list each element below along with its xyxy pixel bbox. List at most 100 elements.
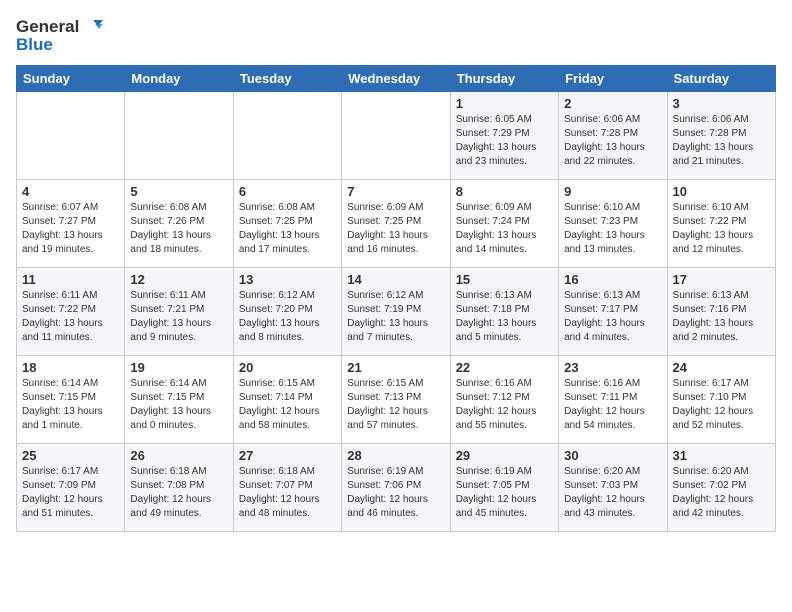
- sunrise-text: Sunrise: 6:19 AMSunset: 7:06 PMDaylight:…: [347, 466, 428, 519]
- weekday-header-monday: Monday: [125, 65, 233, 91]
- calendar-cell: 7 Sunrise: 6:09 AMSunset: 7:25 PMDayligh…: [342, 179, 450, 267]
- sunrise-text: Sunrise: 6:18 AMSunset: 7:07 PMDaylight:…: [239, 466, 320, 519]
- sunrise-text: Sunrise: 6:09 AMSunset: 7:25 PMDaylight:…: [347, 202, 428, 255]
- calendar-cell: 2 Sunrise: 6:06 AMSunset: 7:28 PMDayligh…: [559, 91, 667, 179]
- calendar-cell: 24 Sunrise: 6:17 AMSunset: 7:10 PMDaylig…: [667, 355, 775, 443]
- day-number: 22: [456, 360, 553, 375]
- weekday-header-row: SundayMondayTuesdayWednesdayThursdayFrid…: [17, 65, 776, 91]
- calendar-cell: 6 Sunrise: 6:08 AMSunset: 7:25 PMDayligh…: [233, 179, 341, 267]
- sunrise-text: Sunrise: 6:15 AMSunset: 7:14 PMDaylight:…: [239, 378, 320, 431]
- calendar-cell: [342, 91, 450, 179]
- sunrise-text: Sunrise: 6:13 AMSunset: 7:16 PMDaylight:…: [673, 290, 754, 343]
- day-number: 7: [347, 184, 444, 199]
- day-number: 27: [239, 448, 336, 463]
- calendar-cell: 4 Sunrise: 6:07 AMSunset: 7:27 PMDayligh…: [17, 179, 125, 267]
- sunrise-text: Sunrise: 6:06 AMSunset: 7:28 PMDaylight:…: [564, 114, 645, 167]
- logo: General Blue: [16, 16, 103, 55]
- sunrise-text: Sunrise: 6:11 AMSunset: 7:22 PMDaylight:…: [22, 290, 103, 343]
- day-number: 6: [239, 184, 336, 199]
- day-number: 31: [673, 448, 770, 463]
- day-number: 4: [22, 184, 119, 199]
- sunrise-text: Sunrise: 6:08 AMSunset: 7:25 PMDaylight:…: [239, 202, 320, 255]
- calendar-cell: 10 Sunrise: 6:10 AMSunset: 7:22 PMDaylig…: [667, 179, 775, 267]
- day-number: 3: [673, 96, 770, 111]
- calendar-cell: 14 Sunrise: 6:12 AMSunset: 7:19 PMDaylig…: [342, 267, 450, 355]
- calendar-cell: 12 Sunrise: 6:11 AMSunset: 7:21 PMDaylig…: [125, 267, 233, 355]
- calendar-week-row: 25 Sunrise: 6:17 AMSunset: 7:09 PMDaylig…: [17, 443, 776, 531]
- calendar-cell: 28 Sunrise: 6:19 AMSunset: 7:06 PMDaylig…: [342, 443, 450, 531]
- day-number: 5: [130, 184, 227, 199]
- calendar-cell: 18 Sunrise: 6:14 AMSunset: 7:15 PMDaylig…: [17, 355, 125, 443]
- calendar-cell: 11 Sunrise: 6:11 AMSunset: 7:22 PMDaylig…: [17, 267, 125, 355]
- sunrise-text: Sunrise: 6:13 AMSunset: 7:17 PMDaylight:…: [564, 290, 645, 343]
- day-number: 19: [130, 360, 227, 375]
- logo-bird-icon: [81, 16, 103, 38]
- calendar-cell: 20 Sunrise: 6:15 AMSunset: 7:14 PMDaylig…: [233, 355, 341, 443]
- calendar-cell: 9 Sunrise: 6:10 AMSunset: 7:23 PMDayligh…: [559, 179, 667, 267]
- day-number: 30: [564, 448, 661, 463]
- day-number: 12: [130, 272, 227, 287]
- day-number: 16: [564, 272, 661, 287]
- calendar-cell: 17 Sunrise: 6:13 AMSunset: 7:16 PMDaylig…: [667, 267, 775, 355]
- day-number: 24: [673, 360, 770, 375]
- calendar-cell: 29 Sunrise: 6:19 AMSunset: 7:05 PMDaylig…: [450, 443, 558, 531]
- weekday-header-tuesday: Tuesday: [233, 65, 341, 91]
- day-number: 8: [456, 184, 553, 199]
- calendar-cell: 26 Sunrise: 6:18 AMSunset: 7:08 PMDaylig…: [125, 443, 233, 531]
- sunrise-text: Sunrise: 6:14 AMSunset: 7:15 PMDaylight:…: [22, 378, 103, 431]
- calendar-cell: 8 Sunrise: 6:09 AMSunset: 7:24 PMDayligh…: [450, 179, 558, 267]
- day-number: 29: [456, 448, 553, 463]
- page-header: General Blue: [16, 16, 776, 55]
- calendar-week-row: 4 Sunrise: 6:07 AMSunset: 7:27 PMDayligh…: [17, 179, 776, 267]
- sunrise-text: Sunrise: 6:10 AMSunset: 7:22 PMDaylight:…: [673, 202, 754, 255]
- calendar-cell: 31 Sunrise: 6:20 AMSunset: 7:02 PMDaylig…: [667, 443, 775, 531]
- sunrise-text: Sunrise: 6:08 AMSunset: 7:26 PMDaylight:…: [130, 202, 211, 255]
- sunrise-text: Sunrise: 6:19 AMSunset: 7:05 PMDaylight:…: [456, 466, 537, 519]
- weekday-header-thursday: Thursday: [450, 65, 558, 91]
- calendar-cell: 25 Sunrise: 6:17 AMSunset: 7:09 PMDaylig…: [17, 443, 125, 531]
- calendar-cell: 5 Sunrise: 6:08 AMSunset: 7:26 PMDayligh…: [125, 179, 233, 267]
- sunrise-text: Sunrise: 6:16 AMSunset: 7:11 PMDaylight:…: [564, 378, 645, 431]
- sunrise-text: Sunrise: 6:12 AMSunset: 7:20 PMDaylight:…: [239, 290, 320, 343]
- calendar-cell: 27 Sunrise: 6:18 AMSunset: 7:07 PMDaylig…: [233, 443, 341, 531]
- calendar-cell: 30 Sunrise: 6:20 AMSunset: 7:03 PMDaylig…: [559, 443, 667, 531]
- sunrise-text: Sunrise: 6:15 AMSunset: 7:13 PMDaylight:…: [347, 378, 428, 431]
- day-number: 23: [564, 360, 661, 375]
- calendar-cell: 23 Sunrise: 6:16 AMSunset: 7:11 PMDaylig…: [559, 355, 667, 443]
- day-number: 14: [347, 272, 444, 287]
- sunrise-text: Sunrise: 6:17 AMSunset: 7:09 PMDaylight:…: [22, 466, 103, 519]
- logo-blue-text: Blue: [16, 36, 103, 55]
- calendar-cell: [233, 91, 341, 179]
- day-number: 18: [22, 360, 119, 375]
- day-number: 25: [22, 448, 119, 463]
- calendar-cell: 15 Sunrise: 6:13 AMSunset: 7:18 PMDaylig…: [450, 267, 558, 355]
- weekday-header-friday: Friday: [559, 65, 667, 91]
- calendar-cell: 21 Sunrise: 6:15 AMSunset: 7:13 PMDaylig…: [342, 355, 450, 443]
- calendar-cell: [125, 91, 233, 179]
- sunrise-text: Sunrise: 6:14 AMSunset: 7:15 PMDaylight:…: [130, 378, 211, 431]
- calendar-cell: 22 Sunrise: 6:16 AMSunset: 7:12 PMDaylig…: [450, 355, 558, 443]
- calendar-cell: 13 Sunrise: 6:12 AMSunset: 7:20 PMDaylig…: [233, 267, 341, 355]
- calendar-cell: 1 Sunrise: 6:05 AMSunset: 7:29 PMDayligh…: [450, 91, 558, 179]
- calendar-cell: [17, 91, 125, 179]
- sunrise-text: Sunrise: 6:16 AMSunset: 7:12 PMDaylight:…: [456, 378, 537, 431]
- day-number: 26: [130, 448, 227, 463]
- day-number: 1: [456, 96, 553, 111]
- weekday-header-sunday: Sunday: [17, 65, 125, 91]
- day-number: 2: [564, 96, 661, 111]
- sunrise-text: Sunrise: 6:06 AMSunset: 7:28 PMDaylight:…: [673, 114, 754, 167]
- sunrise-text: Sunrise: 6:05 AMSunset: 7:29 PMDaylight:…: [456, 114, 537, 167]
- sunrise-text: Sunrise: 6:20 AMSunset: 7:03 PMDaylight:…: [564, 466, 645, 519]
- weekday-header-wednesday: Wednesday: [342, 65, 450, 91]
- calendar-week-row: 18 Sunrise: 6:14 AMSunset: 7:15 PMDaylig…: [17, 355, 776, 443]
- calendar-week-row: 1 Sunrise: 6:05 AMSunset: 7:29 PMDayligh…: [17, 91, 776, 179]
- calendar-cell: 3 Sunrise: 6:06 AMSunset: 7:28 PMDayligh…: [667, 91, 775, 179]
- sunrise-text: Sunrise: 6:13 AMSunset: 7:18 PMDaylight:…: [456, 290, 537, 343]
- day-number: 20: [239, 360, 336, 375]
- calendar-week-row: 11 Sunrise: 6:11 AMSunset: 7:22 PMDaylig…: [17, 267, 776, 355]
- sunrise-text: Sunrise: 6:18 AMSunset: 7:08 PMDaylight:…: [130, 466, 211, 519]
- day-number: 21: [347, 360, 444, 375]
- day-number: 11: [22, 272, 119, 287]
- day-number: 28: [347, 448, 444, 463]
- day-number: 9: [564, 184, 661, 199]
